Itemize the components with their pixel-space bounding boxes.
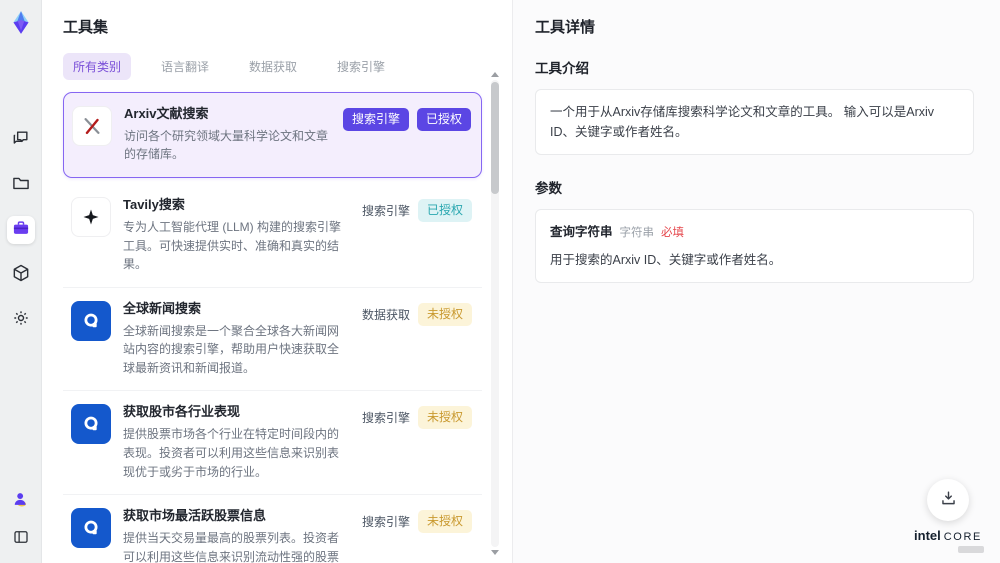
tool-card-global-news[interactable]: 全球新闻搜索 全球新闻搜索是一个聚合全球各大新闻网站内容的搜索引擎，帮助用户快速…	[63, 288, 482, 392]
category-label: 搜索引擎	[361, 514, 410, 529]
tab-search-engine[interactable]: 搜索引擎	[327, 53, 395, 80]
auth-status-badge: 已授权	[417, 199, 472, 222]
tool-title: 获取股市各行业表现	[123, 404, 241, 420]
folder-icon	[11, 173, 31, 198]
intel-core-logo: intel CORE	[914, 528, 982, 543]
tool-title: 全球新闻搜索	[123, 300, 202, 316]
category-tabs: 所有类别 语言翻译 数据获取 搜索引擎	[63, 53, 482, 80]
news-q-icon	[71, 404, 111, 445]
user-avatar-icon	[11, 489, 31, 514]
tool-card-stock-sectors[interactable]: 获取股市各行业表现 提供股票市场各个行业在特定时间段内的表现。投资者可以利用这些…	[63, 391, 482, 496]
panel-toggle-icon	[12, 528, 30, 551]
brand-core-text: CORE	[943, 531, 982, 543]
intro-text: 一个用于从Arxiv存储库搜索科学论文和文章的工具。 输入可以是Arxiv ID…	[550, 105, 935, 139]
param-box: 查询字符串 字符串 必填 用于搜索的Arxiv ID、关键字或作者姓名。	[535, 209, 974, 284]
param-required-flag: 必填	[661, 227, 685, 239]
auth-status-badge: 未授权	[417, 510, 472, 533]
tool-card-arxiv[interactable]: Arxiv文献搜索 访问各个研究领域大量科学论文和文章的存储库。 搜索引擎 已授…	[63, 92, 482, 179]
tool-list-panel: 工具集 所有类别 语言翻译 数据获取 搜索引擎 Arxiv文献搜索 访问各个研究…	[42, 0, 512, 563]
tab-data-fetch[interactable]: 数据获取	[239, 53, 307, 80]
tool-list: Arxiv文献搜索 访问各个研究领域大量科学论文和文章的存储库。 搜索引擎 已授…	[63, 92, 482, 563]
brand-sub-badge	[958, 546, 984, 553]
tab-language-translation[interactable]: 语言翻译	[151, 53, 219, 80]
corner-overlay: intel CORE	[912, 479, 984, 553]
sidebar-item-files[interactable]	[7, 171, 35, 199]
tool-card-tavily[interactable]: Tavily搜索 专为人工智能代理 (LLM) 构建的搜索引擎工具。可快速提供实…	[63, 184, 482, 288]
intro-heading: 工具介绍	[535, 61, 589, 76]
category-label: 搜索引擎	[361, 411, 410, 426]
category-label: 搜索引擎	[361, 203, 410, 218]
tool-title: 获取市场最活跃股票信息	[123, 508, 267, 524]
scroll-down-arrow-icon[interactable]	[491, 550, 499, 555]
collapse-sidebar-button[interactable]	[7, 525, 35, 553]
param-type: 字符串	[619, 227, 655, 239]
news-q-icon	[71, 508, 111, 549]
tool-description: 访问各个研究领域大量科学论文和文章的存储库。	[124, 128, 329, 162]
auth-status-badge: 未授权	[417, 302, 472, 326]
tool-description: 提供当天交易量最高的股票列表。投资者可以利用这些信息来识别流动性强的股票和潜在的…	[123, 530, 340, 563]
sidebar-nav	[6, 126, 35, 334]
intro-box: 一个用于从Arxiv存储库搜索科学论文和文章的工具。 输入可以是Arxiv ID…	[535, 89, 974, 155]
tool-card-active-stocks[interactable]: 获取市场最活跃股票信息 提供当天交易量最高的股票列表。投资者可以利用这些信息来识…	[63, 495, 482, 563]
tool-description: 提供股票市场各个行业在特定时间段内的表现。投资者可以利用这些信息来识别表现优于或…	[123, 427, 340, 479]
download-button[interactable]	[927, 479, 969, 521]
tool-title: Arxiv文献搜索	[124, 106, 209, 121]
auth-status-badge: 未授权	[417, 406, 472, 430]
sparkle-star-icon	[71, 197, 111, 238]
chat-icon	[11, 128, 31, 153]
briefcase-icon	[11, 218, 31, 243]
sidebar	[0, 0, 42, 563]
category-badge: 搜索引擎	[342, 108, 409, 131]
tool-description: 专为人工智能代理 (LLM) 构建的搜索引擎工具。可快速提供实时、准确和真实的结…	[123, 219, 342, 272]
app-logo-icon	[6, 8, 36, 38]
category-label: 数据获取	[361, 307, 410, 322]
sidebar-bottom	[7, 487, 35, 553]
scrollbar-thumb[interactable]	[491, 82, 499, 194]
sidebar-item-chat[interactable]	[7, 126, 35, 154]
param-name: 查询字符串	[550, 225, 613, 239]
auth-status-badge: 已授权	[416, 108, 471, 131]
list-scrollbar[interactable]	[490, 72, 500, 555]
gear-icon	[11, 308, 31, 333]
scroll-up-arrow-icon[interactable]	[491, 72, 499, 77]
tab-all-categories[interactable]: 所有类别	[63, 53, 132, 80]
detail-title: 工具详情	[535, 19, 596, 36]
scrollbar-track[interactable]	[491, 80, 499, 547]
page-title: 工具集	[63, 19, 109, 36]
tool-description: 全球新闻搜索是一个聚合全球各大新闻网站内容的搜索引擎，帮助用户快速获取全球最新资…	[123, 323, 340, 375]
arxiv-logo-icon	[72, 106, 112, 146]
profile-button[interactable]	[7, 487, 35, 515]
params-heading: 参数	[535, 181, 562, 196]
brand-intel-text: intel	[914, 528, 941, 543]
download-icon	[939, 489, 958, 511]
cube-icon	[11, 263, 31, 288]
sidebar-item-toolbox[interactable]	[6, 216, 35, 244]
sidebar-item-models[interactable]	[7, 261, 35, 289]
tool-title: Tavily搜索	[123, 197, 185, 213]
param-description: 用于搜索的Arxiv ID、关键字或作者姓名。	[550, 253, 782, 268]
app-window: 工具集 所有类别 语言翻译 数据获取 搜索引擎 Arxiv文献搜索 访问各个研究…	[0, 0, 1000, 563]
sidebar-item-settings[interactable]	[7, 306, 35, 334]
news-q-icon	[71, 300, 111, 341]
